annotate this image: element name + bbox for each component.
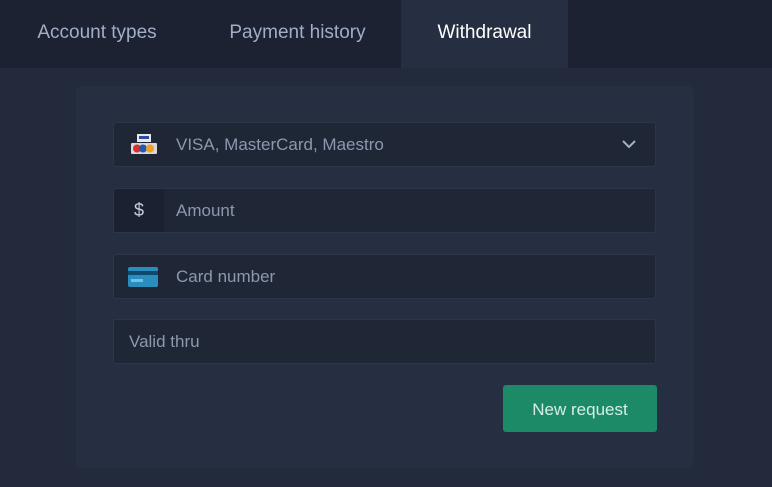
new-request-button[interactable]: New request — [503, 385, 657, 432]
tab-withdrawal[interactable]: Withdrawal — [401, 0, 568, 68]
amount-field[interactable]: $ Amount — [113, 188, 656, 233]
valid-thru-field[interactable]: Valid thru — [113, 319, 656, 364]
currency-symbol: $ — [114, 189, 164, 232]
chevron-down-icon — [622, 140, 636, 149]
valid-thru-placeholder: Valid thru — [129, 332, 200, 351]
card-number-placeholder: Card number — [176, 267, 276, 286]
card-number-field[interactable]: Card number — [113, 254, 656, 299]
payment-method-select[interactable]: VISA, MasterCard, Maestro — [113, 122, 656, 167]
credit-card-icon — [128, 267, 158, 287]
payment-method-value: VISA, MasterCard, Maestro — [176, 135, 384, 154]
withdrawal-panel: VISA, MasterCard, Maestro $ Amount Card … — [76, 86, 694, 468]
amount-placeholder: Amount — [176, 201, 235, 220]
payment-cards-icon — [131, 134, 157, 154]
tab-account-types[interactable]: Account types — [0, 0, 194, 68]
tab-payment-history[interactable]: Payment history — [194, 0, 401, 68]
tab-bar: Account types Payment history Withdrawal — [0, 0, 772, 68]
